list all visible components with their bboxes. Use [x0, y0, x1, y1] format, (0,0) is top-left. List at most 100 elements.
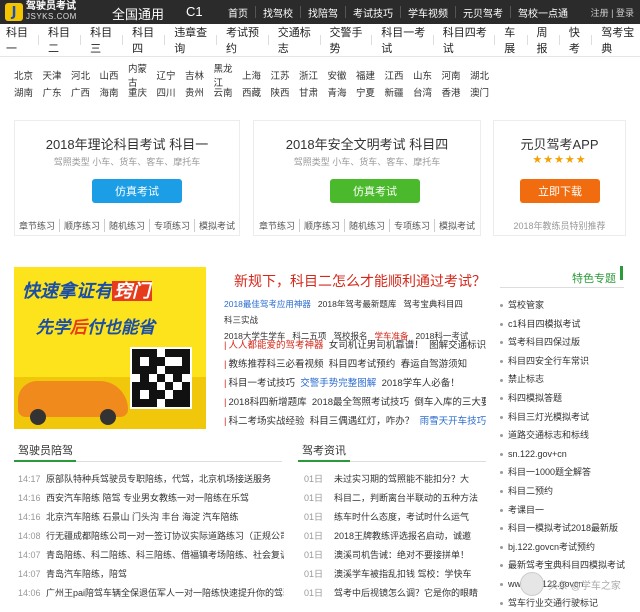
- item-link[interactable]: 原部队特种兵驾驶员专职陪练，代驾，北京机场接送服务: [46, 474, 271, 484]
- subnav-quick[interactable]: 快考: [569, 24, 588, 56]
- top-nav-find-school[interactable]: 找驾校: [263, 5, 293, 20]
- top-nav-yuanbei[interactable]: 元贝驾考: [463, 5, 503, 20]
- news-link[interactable]: 人人都能爱的驾考神器: [228, 340, 323, 351]
- province-link[interactable]: 台湾: [413, 85, 441, 99]
- item-link[interactable]: 2018王牌教练评选报名启动，诚邀: [334, 531, 471, 541]
- topic-practice-link[interactable]: 专项练习: [149, 219, 194, 232]
- top-nav-videos[interactable]: 学车视频: [408, 5, 448, 20]
- news-link[interactable]: 教练推荐科三必看视频: [228, 359, 323, 370]
- item-link[interactable]: 青岛陪练、科二陪练、科三陪练、借福镇考场陪练、社会复训: [46, 550, 284, 560]
- province-link[interactable]: 山西: [100, 68, 128, 82]
- item-link[interactable]: 驾考中后视镜怎么调？它是你的眼睛: [334, 588, 478, 598]
- news-link[interactable]: 倒车入库的三大要点: [414, 397, 486, 408]
- topic-practice-link[interactable]: 专项练习: [389, 219, 434, 232]
- topic-link[interactable]: 科四模拟答题: [500, 389, 638, 408]
- province-link[interactable]: 西藏: [242, 85, 270, 99]
- province-link[interactable]: 天津: [43, 68, 71, 82]
- item-link[interactable]: 广州王pai陪驾车辆全保退伍军人一对一陪练快速提升你的驾驶: [46, 588, 284, 598]
- tag-link[interactable]: 科三实战: [224, 312, 258, 328]
- province-link[interactable]: 吉林: [185, 68, 213, 82]
- auth-links[interactable]: 注册 | 登录: [591, 6, 634, 19]
- topic-link[interactable]: 科目二预约: [500, 482, 638, 501]
- item-link[interactable]: 澳溪学车被指乱扣钱 驾校：学快车: [334, 569, 472, 579]
- news-link[interactable]: 科目三偶遇红灯，咋办？: [310, 416, 415, 427]
- province-link[interactable]: 澳门: [470, 85, 498, 99]
- province-link[interactable]: 四川: [157, 85, 185, 99]
- province-link[interactable]: 浙江: [299, 68, 327, 82]
- license-type-selector[interactable]: C1: [186, 4, 203, 19]
- region-selector[interactable]: 全国通用: [112, 4, 164, 23]
- province-link[interactable]: 甘肃: [299, 85, 327, 99]
- province-link[interactable]: 安徽: [328, 68, 356, 82]
- random-practice-link[interactable]: 随机练习: [104, 219, 149, 232]
- topic-link[interactable]: bj.122.govcn考试预约: [500, 538, 638, 557]
- item-link[interactable]: 练车时什么态度，考试时什么运气: [334, 512, 469, 522]
- province-link[interactable]: 北京: [14, 68, 42, 82]
- province-link[interactable]: 湖北: [470, 68, 498, 82]
- sequence-practice-link[interactable]: 顺序练习: [299, 219, 344, 232]
- item-link[interactable]: 西安汽车陪练 陪驾 专业男女教练一对一陪练在乐驾: [46, 493, 249, 503]
- chapter-practice-link[interactable]: 章节练习: [15, 219, 59, 232]
- news-link[interactable]: 雨雪天开车技巧: [420, 416, 486, 427]
- province-link[interactable]: 湖南: [14, 85, 42, 99]
- top-nav-jxydt[interactable]: 驾校一点通: [518, 5, 568, 20]
- kemu1-simulate-button[interactable]: 仿真考试: [92, 179, 182, 203]
- province-link[interactable]: 广东: [43, 85, 71, 99]
- item-link[interactable]: 北京汽车陪练 石景山 门头沟 丰台 海淀 汽车陪练: [46, 512, 239, 522]
- news-link[interactable]: 科目一考试技巧: [228, 378, 295, 389]
- province-link[interactable]: 江西: [385, 68, 413, 82]
- topic-link[interactable]: 驾校管家: [500, 296, 638, 315]
- news-link[interactable]: 春运自驾游须知: [401, 359, 468, 370]
- mock-exam-link[interactable]: 模拟考试: [434, 219, 479, 232]
- news-link[interactable]: 图解交通标识大全: [429, 340, 486, 351]
- kemu4-simulate-button[interactable]: 仿真考试: [330, 179, 420, 203]
- province-link[interactable]: 云南: [214, 85, 242, 99]
- top-nav-exam-tips[interactable]: 考试技巧: [353, 5, 393, 20]
- item-link[interactable]: 行无疆成都陪练公司一对一签订协议实际道路练习（正规公司）: [46, 531, 284, 541]
- province-link[interactable]: 广西: [71, 85, 99, 99]
- news-link[interactable]: 交警手势完整图解: [300, 378, 376, 389]
- news-link[interactable]: 2018最全驾照考试技巧: [312, 397, 409, 408]
- topic-link[interactable]: c1科目四模拟考试: [500, 315, 638, 334]
- province-link[interactable]: 山东: [413, 68, 441, 82]
- tag-link[interactable]: 2018年驾考最新题库: [318, 296, 396, 312]
- topic-link[interactable]: 科目三灯光模拟考试: [500, 408, 638, 427]
- province-link[interactable]: 江苏: [271, 68, 299, 82]
- news-link[interactable]: 科二考场实战经验: [228, 416, 304, 427]
- news-link[interactable]: 2018学车人必备！: [382, 378, 460, 389]
- subnav-kemu1-exam[interactable]: 科目一考试: [381, 24, 430, 56]
- province-link[interactable]: 陕西: [271, 85, 299, 99]
- subnav-kemu1[interactable]: 科目一: [6, 24, 35, 56]
- province-link[interactable]: 青海: [328, 85, 356, 99]
- tag-link[interactable]: 2018最佳驾考应用神器: [224, 296, 311, 312]
- subnav-kemu2[interactable]: 科目二: [48, 24, 77, 56]
- subnav-gestures[interactable]: 交警手势: [329, 24, 368, 56]
- item-link[interactable]: 澳溪司机告诫：绝对不要接拼单！: [334, 550, 469, 560]
- sequence-practice-link[interactable]: 顺序练习: [59, 219, 104, 232]
- topic-link[interactable]: 驾车行业交通行驶标记: [500, 594, 638, 612]
- subnav-signs[interactable]: 交通标志: [278, 24, 317, 56]
- subnav-baodian[interactable]: 驾考宝典: [601, 24, 640, 56]
- province-link[interactable]: 河北: [71, 68, 99, 82]
- subnav-kemu4-exam[interactable]: 科目四考试: [443, 24, 492, 56]
- province-link[interactable]: 贵州: [185, 85, 213, 99]
- province-link[interactable]: 海南: [100, 85, 128, 99]
- item-link[interactable]: 科目二，判断离台半联动的五种方法: [334, 493, 478, 503]
- download-app-button[interactable]: 立即下载: [520, 179, 600, 203]
- province-link[interactable]: 福建: [356, 68, 384, 82]
- chapter-practice-link[interactable]: 章节练习: [255, 219, 299, 232]
- province-link[interactable]: 辽宁: [157, 68, 185, 82]
- subnav-booking[interactable]: 考试预约: [226, 24, 265, 56]
- subnav-autoshow[interactable]: 车展: [504, 24, 523, 56]
- item-link[interactable]: 青岛汽车陪练，陪驾: [46, 569, 127, 579]
- headline-link[interactable]: 新规下，科目二怎么才能顺利通过考试？: [234, 271, 486, 291]
- topic-link[interactable]: 科目一1000题全解答: [500, 463, 638, 482]
- topic-link[interactable]: 禁止标志: [500, 370, 638, 389]
- mock-exam-link[interactable]: 模拟考试: [194, 219, 239, 232]
- top-nav-find-coach[interactable]: 找陪驾: [308, 5, 338, 20]
- topic-link[interactable]: 道路交通标志和标线: [500, 426, 638, 445]
- news-link[interactable]: 女司机让男司机靠谱！: [329, 340, 424, 351]
- topic-link[interactable]: 考课目一: [500, 501, 638, 520]
- top-nav-home[interactable]: 首页: [228, 5, 248, 20]
- news-link[interactable]: 科目四考试预约: [329, 359, 396, 370]
